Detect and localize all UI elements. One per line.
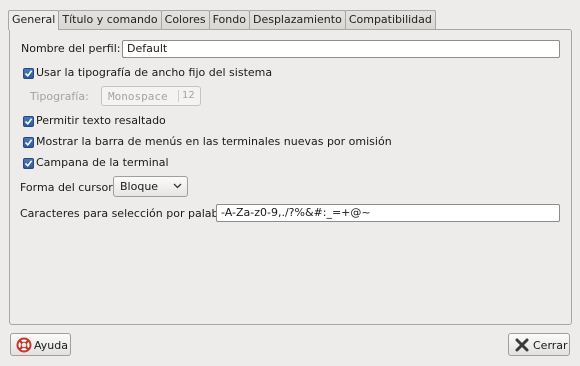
tab-bar: General Título y comando Colores Fondo D… xyxy=(8,10,436,30)
tab-colors[interactable]: Colores xyxy=(160,10,210,29)
allow-bold-checkbox[interactable] xyxy=(23,116,34,127)
help-button[interactable]: Ayuda xyxy=(10,333,71,356)
cursor-shape-select[interactable]: Bloque xyxy=(113,176,188,197)
check-icon xyxy=(24,118,33,126)
allow-bold-label[interactable]: Permitir texto resaltado xyxy=(36,114,166,127)
lifebuoy-icon xyxy=(16,337,32,353)
font-chooser-button[interactable]: Monospace 12 xyxy=(101,86,201,106)
close-button[interactable]: Cerrar xyxy=(508,333,570,356)
help-button-label: Ayuda xyxy=(34,339,68,352)
check-icon xyxy=(24,70,33,78)
general-panel: Nombre del perfil: Default Usar la tipog… xyxy=(9,29,572,325)
font-size: 12 xyxy=(182,90,195,101)
show-menubar-label[interactable]: Mostrar la barra de menús en las termina… xyxy=(36,135,392,148)
use-system-font-label[interactable]: Usar la tipografía de ancho fijo del sis… xyxy=(36,66,272,79)
font-separator xyxy=(178,90,179,102)
tab-scrolling[interactable]: Desplazamiento xyxy=(248,10,346,29)
profile-name-label: Nombre del perfil: xyxy=(21,42,121,55)
close-button-label: Cerrar xyxy=(533,339,568,352)
bell-label[interactable]: Campana de la terminal xyxy=(36,156,169,169)
cursor-shape-label: Forma del cursor: xyxy=(20,181,117,194)
profile-name-value: Default xyxy=(127,42,168,55)
tab-title-command[interactable]: Título y comando xyxy=(58,10,162,29)
close-icon xyxy=(515,338,529,352)
profile-name-input[interactable]: Default xyxy=(122,40,560,58)
cursor-shape-value: Bloque xyxy=(120,180,159,193)
word-chars-value: -A-Za-z0-9,./?%&#:_=+@~ xyxy=(221,206,371,219)
font-name: Monospace xyxy=(108,90,168,103)
check-icon xyxy=(24,160,33,168)
use-system-font-checkbox[interactable] xyxy=(23,68,34,79)
tab-compatibility[interactable]: Compatibilidad xyxy=(344,10,436,29)
word-chars-label: Caracteres para selección por palabra: xyxy=(20,207,234,220)
show-menubar-checkbox[interactable] xyxy=(23,137,34,148)
check-icon xyxy=(24,139,33,147)
word-chars-input[interactable]: -A-Za-z0-9,./?%&#:_=+@~ xyxy=(216,204,560,222)
chevron-down-icon xyxy=(173,183,182,189)
tab-background[interactable]: Fondo xyxy=(208,10,250,29)
font-label: Tipografía: xyxy=(30,90,89,103)
bell-checkbox[interactable] xyxy=(23,158,34,169)
tab-general[interactable]: General xyxy=(8,10,60,30)
